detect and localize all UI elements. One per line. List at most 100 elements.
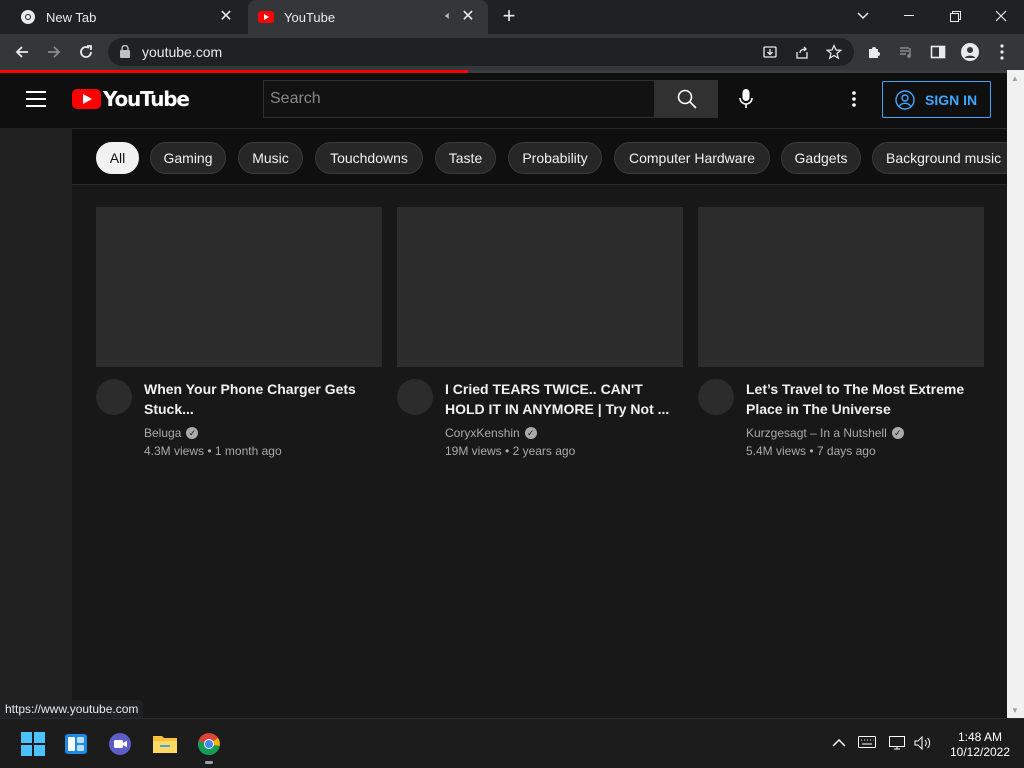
clock-time: 1:48 AM <box>957 730 1003 744</box>
filter-chips-bar: All Gaming Music Touchdowns Taste Probab… <box>72 128 1007 185</box>
chrome-icon <box>20 9 36 25</box>
upload-age: 7 days ago <box>816 444 876 458</box>
video-thumbnail[interactable] <box>397 207 683 367</box>
settings-menu-button[interactable] <box>840 85 868 113</box>
chip-touchdowns[interactable]: Touchdowns <box>315 142 423 174</box>
share-icon[interactable] <box>790 40 814 64</box>
back-button[interactable] <box>10 40 34 64</box>
chat-teams-icon[interactable] <box>108 732 132 756</box>
video-thumbnail[interactable] <box>96 207 382 367</box>
system-clock[interactable]: 1:48 AM 10/12/2022 <box>940 730 1020 760</box>
channel-name[interactable]: Kurzgesagt – In a Nutshell <box>746 426 887 440</box>
video-meta: 5.4M views • 7 days ago <box>746 444 876 458</box>
network-icon[interactable] <box>889 736 907 752</box>
video-title[interactable]: When Your Phone Charger Gets Stuck... <box>144 379 370 419</box>
account-circle-icon <box>895 89 915 110</box>
browser-titlebar: New Tab ✕ YouTube 🔈︎ ✕ + <box>0 0 1024 34</box>
forward-button[interactable] <box>42 40 66 64</box>
tray-overflow-chevron-icon[interactable] <box>830 736 848 752</box>
search-input[interactable] <box>264 81 654 117</box>
active-app-indicator <box>205 761 213 764</box>
channel-name[interactable]: CoryxKenshin <box>445 426 520 440</box>
tab-new-tab[interactable]: New Tab ✕ <box>0 0 246 34</box>
chip-all[interactable]: All <box>96 142 139 174</box>
close-window-button[interactable] <box>978 0 1024 32</box>
media-control-icon[interactable] <box>894 40 918 64</box>
video-grid: When Your Phone Charger Gets Stuck... Be… <box>72 185 1007 718</box>
close-tab-icon[interactable]: ✕ <box>460 9 476 25</box>
sign-in-button[interactable]: SIGN IN <box>882 81 991 118</box>
chip-background-music[interactable]: Background music <box>872 142 1007 174</box>
upload-age: 2 years ago <box>512 444 576 458</box>
install-app-icon[interactable] <box>758 40 782 64</box>
video-card[interactable]: When Your Phone Charger Gets Stuck... Be… <box>96 207 382 458</box>
view-count: 19M views <box>445 444 502 458</box>
upload-age: 1 month ago <box>214 444 282 458</box>
video-meta: 19M views • 2 years ago <box>445 444 576 458</box>
microphone-icon <box>739 89 753 108</box>
address-bar[interactable]: youtube.com <box>108 38 854 66</box>
channel-avatar[interactable] <box>698 379 734 415</box>
link-status-bubble: https://www.youtube.com <box>0 700 144 720</box>
bookmark-star-icon[interactable] <box>822 40 846 64</box>
search-icon <box>677 89 697 109</box>
view-count: 5.4M views <box>746 444 807 458</box>
restore-button[interactable] <box>932 0 978 32</box>
chrome-taskbar-icon[interactable] <box>197 732 221 756</box>
video-meta: 4.3M views • 1 month ago <box>144 444 282 458</box>
guide-sidebar <box>0 128 72 718</box>
chip-gadgets[interactable]: Gadgets <box>781 142 861 174</box>
volume-icon[interactable] <box>914 735 932 752</box>
video-title[interactable]: Let’s Travel to The Most Extreme Place i… <box>746 379 972 419</box>
menu-kebab-icon[interactable] <box>990 40 1014 64</box>
more-vert-icon <box>852 91 856 107</box>
file-explorer-icon[interactable] <box>152 732 177 756</box>
reload-icon[interactable] <box>74 40 98 64</box>
view-count: 4.3M views <box>144 444 205 458</box>
guide-menu-icon[interactable] <box>26 91 46 107</box>
sign-in-label: SIGN IN <box>925 91 978 108</box>
chip-probability[interactable]: Probability <box>508 142 602 174</box>
verified-check-icon: ✓ <box>891 427 904 439</box>
tab-title: YouTube <box>284 9 336 25</box>
new-tab-button[interactable]: + <box>498 5 520 28</box>
search-box[interactable] <box>263 80 655 118</box>
youtube-icon <box>258 9 274 25</box>
keyboard-icon[interactable] <box>858 736 876 752</box>
scroll-up-arrow-icon[interactable]: ▲ <box>1011 74 1019 83</box>
tab-search-icon[interactable] <box>840 0 886 32</box>
minimize-button[interactable] <box>886 0 932 32</box>
search-button[interactable] <box>655 80 718 118</box>
video-thumbnail[interactable] <box>698 207 984 367</box>
chip-computer-hardware[interactable]: Computer Hardware <box>614 142 770 174</box>
extensions-puzzle-icon[interactable] <box>862 40 886 64</box>
channel-name[interactable]: Beluga <box>144 426 181 440</box>
youtube-play-icon <box>72 89 101 109</box>
channel-avatar[interactable] <box>96 379 132 415</box>
profile-icon[interactable] <box>958 40 982 64</box>
clock-date: 10/12/2022 <box>949 745 1011 759</box>
chip-gaming[interactable]: Gaming <box>150 142 226 174</box>
video-card[interactable]: I Cried TEARS TWICE.. CAN'T HOLD IT IN A… <box>397 207 683 458</box>
close-tab-icon[interactable]: ✕ <box>218 9 234 25</box>
youtube-logo[interactable]: YouTube <box>72 87 190 111</box>
channel-avatar[interactable] <box>397 379 433 415</box>
verified-check-icon: ✓ <box>524 427 537 439</box>
speaker-icon[interactable]: 🔈︎ <box>445 10 452 23</box>
windows-taskbar: 1:48 AM 10/12/2022 <box>0 718 1024 768</box>
chip-taste[interactable]: Taste <box>435 142 496 174</box>
chip-music[interactable]: Music <box>238 142 303 174</box>
page-scrollbar[interactable]: ▲ ▼ <box>1007 70 1024 718</box>
widgets-icon[interactable] <box>64 732 88 756</box>
video-title[interactable]: I Cried TEARS TWICE.. CAN'T HOLD IT IN A… <box>445 379 671 419</box>
logo-wordmark: YouTube <box>103 87 190 111</box>
side-panel-icon[interactable] <box>926 40 950 64</box>
tab-title: New Tab <box>46 9 97 25</box>
video-card[interactable]: Let’s Travel to The Most Extreme Place i… <box>698 207 984 458</box>
scroll-down-arrow-icon[interactable]: ▼ <box>1011 706 1019 715</box>
tab-youtube[interactable]: YouTube 🔈︎ ✕ <box>248 0 488 34</box>
channel-name-row: CoryxKenshin ✓ <box>445 426 537 440</box>
lock-icon[interactable] <box>120 44 130 63</box>
start-windows-icon[interactable] <box>21 732 45 756</box>
voice-search-button[interactable] <box>730 83 762 115</box>
